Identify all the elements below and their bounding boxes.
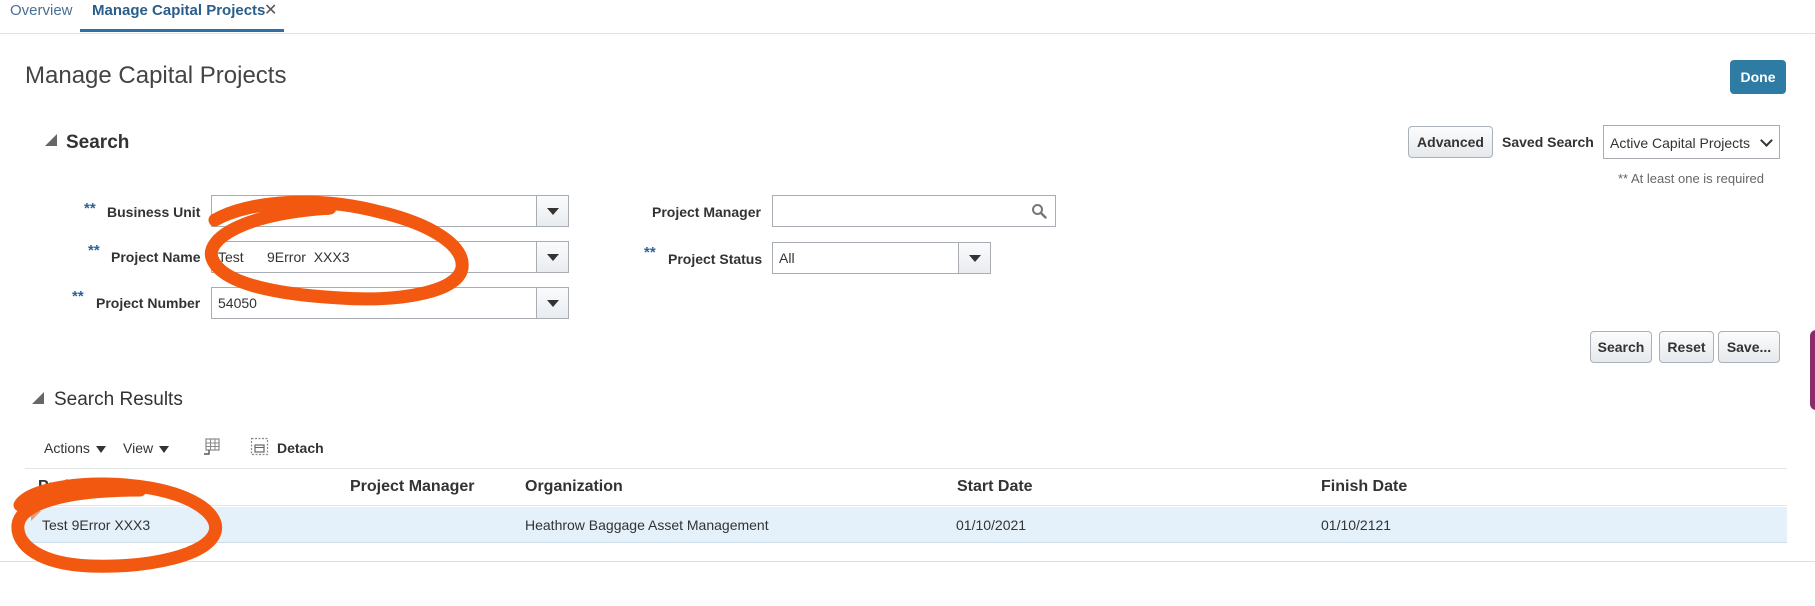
freeze-columns-icon[interactable] (202, 437, 221, 456)
saved-search-value: Active Capital Projects (1610, 135, 1751, 151)
required-marker: ** (72, 288, 84, 305)
project-name-label: Project Name (111, 249, 201, 265)
required-marker: ** (84, 200, 96, 217)
cell-start-date: 01/10/2021 (956, 517, 1027, 533)
tab-overview[interactable]: Overview (10, 2, 73, 19)
cell-finish-date: 01/10/2121 (1321, 517, 1392, 533)
dropdown-arrow-icon[interactable] (536, 196, 568, 226)
side-panel-handle[interactable] (1810, 330, 1815, 410)
project-name-value: Test 9Error XXX3 (218, 249, 350, 265)
chevron-down-icon (1760, 134, 1773, 147)
caret-down-icon (159, 445, 170, 453)
saved-search-label: Saved Search (1502, 134, 1594, 150)
active-tab-indicator (80, 29, 284, 32)
detach-button[interactable]: Detach (277, 440, 324, 456)
project-status-label: Project Status (668, 251, 763, 267)
close-icon[interactable]: ✕ (264, 0, 277, 20)
project-manager-input[interactable] (772, 195, 1056, 227)
column-header-project-name[interactable]: Project Name (38, 478, 140, 496)
actions-menu-label: Actions (44, 440, 90, 456)
view-menu[interactable]: View (123, 440, 170, 456)
project-number-combo[interactable]: 54050 (211, 287, 569, 319)
reset-button[interactable]: Reset (1659, 331, 1714, 363)
view-menu-label: View (123, 440, 154, 456)
table-row[interactable] (25, 507, 1787, 543)
done-button[interactable]: Done (1730, 60, 1786, 94)
project-status-combo[interactable]: All (772, 242, 991, 274)
required-marker: ** (88, 242, 100, 259)
required-marker: ** (644, 244, 656, 261)
dropdown-arrow-icon[interactable] (536, 288, 568, 318)
cell-project-name[interactable]: Test 9Error XXX3 (42, 517, 150, 533)
collapse-results-icon[interactable] (32, 392, 44, 404)
project-name-combo[interactable]: Test 9Error XXX3 (211, 241, 569, 273)
results-table-header (25, 468, 1787, 506)
row-flag-icon (31, 511, 41, 521)
tab-manage-capital-projects[interactable]: Manage Capital Projects (92, 2, 265, 19)
collapse-search-icon[interactable] (45, 134, 57, 146)
dropdown-arrow-icon[interactable] (958, 243, 990, 273)
project-number-value: 54050 (218, 295, 257, 311)
caret-down-icon (95, 445, 106, 453)
saved-search-select[interactable]: Active Capital Projects (1603, 125, 1780, 159)
dropdown-arrow-icon[interactable] (536, 242, 568, 272)
column-header-project-manager[interactable]: Project Manager (350, 478, 474, 496)
business-unit-combo[interactable] (211, 195, 569, 227)
search-button[interactable]: Search (1590, 331, 1652, 363)
search-results-header[interactable]: Search Results (54, 389, 183, 411)
required-note: ** At least one is required (1618, 171, 1764, 186)
search-icon[interactable] (1031, 203, 1047, 219)
column-header-organization[interactable]: Organization (525, 478, 623, 496)
search-section-header[interactable]: Search (66, 132, 129, 154)
column-header-start-date[interactable]: Start Date (957, 478, 1033, 496)
project-manager-label: Project Manager (652, 204, 761, 220)
save-search-button[interactable]: Save... (1718, 331, 1780, 363)
business-unit-label: Business Unit (107, 204, 201, 220)
advanced-button[interactable]: Advanced (1408, 126, 1493, 158)
page-title: Manage Capital Projects (25, 62, 287, 89)
actions-menu[interactable]: Actions (44, 440, 106, 456)
cell-organization: Heathrow Baggage Asset Management (525, 517, 769, 533)
project-status-value: All (779, 250, 795, 266)
project-number-label: Project Number (96, 295, 201, 311)
column-header-finish-date[interactable]: Finish Date (1321, 478, 1407, 496)
detach-icon[interactable] (250, 437, 269, 456)
